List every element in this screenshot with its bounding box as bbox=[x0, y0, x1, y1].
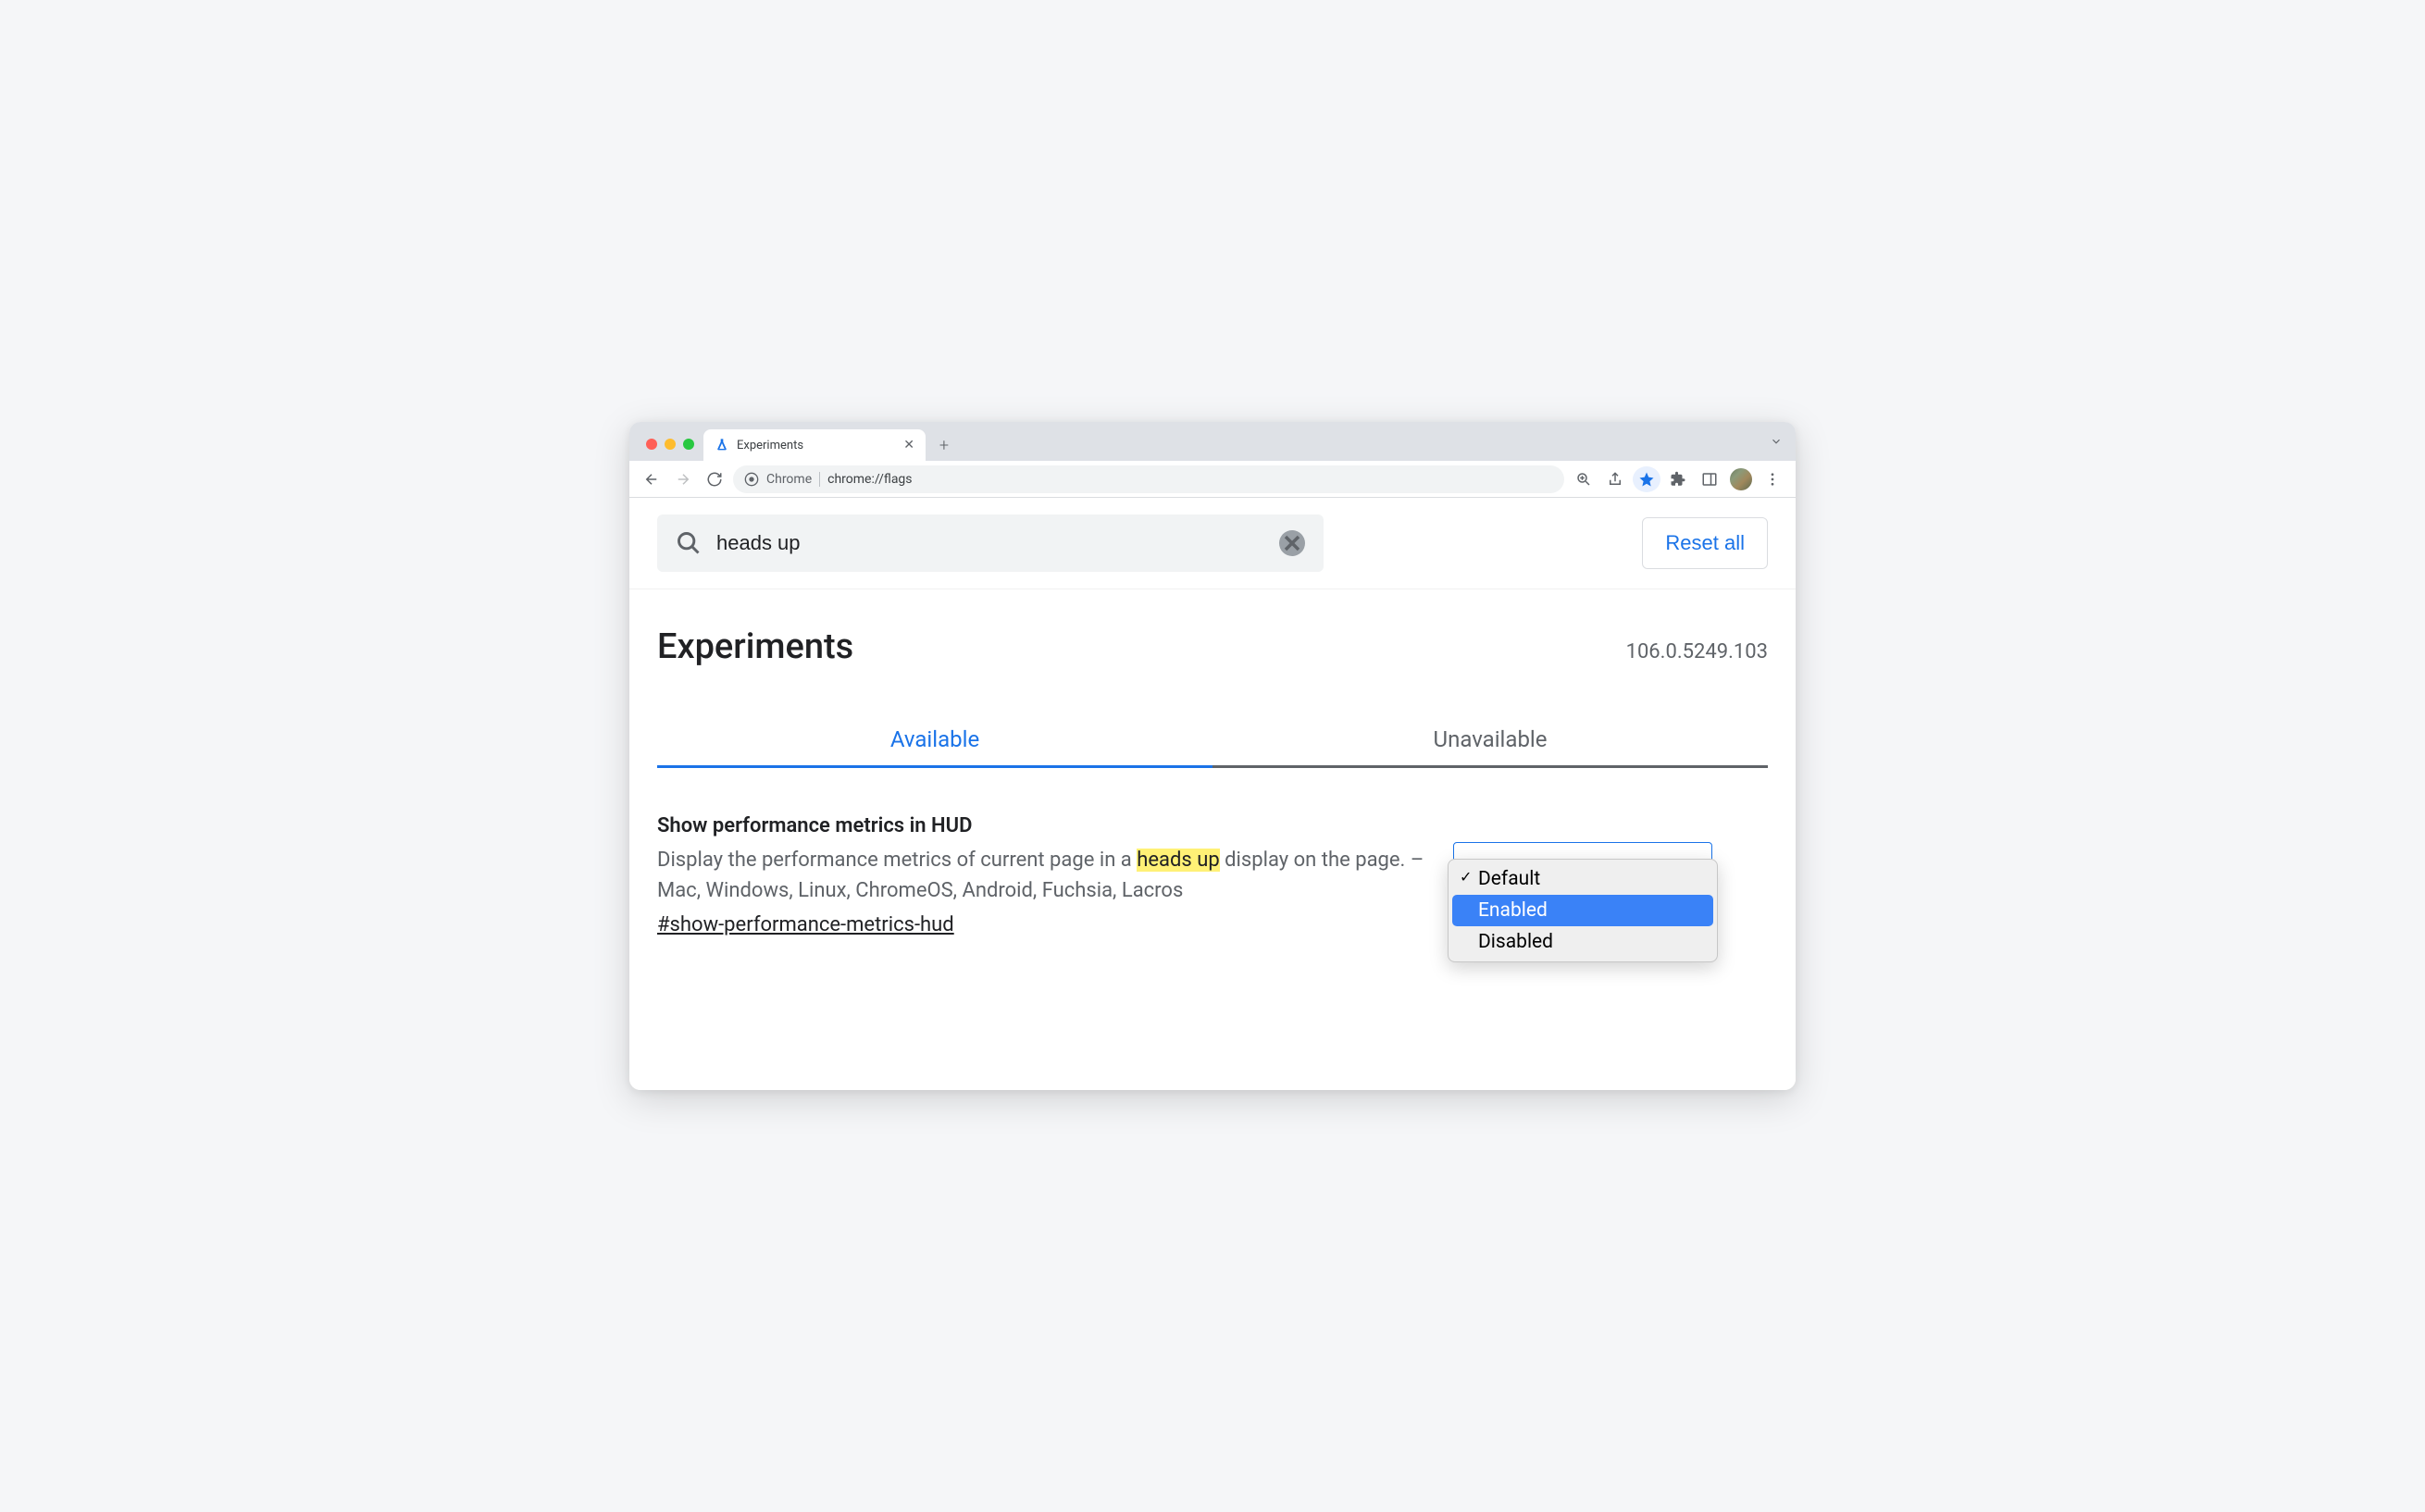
search-icon bbox=[676, 530, 702, 556]
dropdown-option-enabled[interactable]: Enabled bbox=[1452, 895, 1713, 926]
zoom-icon[interactable] bbox=[1570, 466, 1598, 492]
tab-title: Experiments bbox=[737, 439, 896, 452]
page-tabs: Available Unavailable bbox=[657, 713, 1768, 768]
toolbar: Chrome chrome://flags bbox=[629, 461, 1796, 498]
omnibox[interactable]: Chrome chrome://flags bbox=[733, 465, 1564, 493]
share-icon[interactable] bbox=[1601, 466, 1629, 492]
toolbar-actions bbox=[1570, 466, 1786, 492]
reload-button[interactable] bbox=[702, 466, 728, 492]
window-maximize-button[interactable] bbox=[683, 439, 694, 450]
flag-dropdown[interactable]: Default Enabled Disabled bbox=[1453, 814, 1712, 936]
page-title: Experiments bbox=[657, 626, 853, 667]
search-row: Reset all bbox=[629, 498, 1796, 589]
flag-desc-before: Display the performance metrics of curre… bbox=[657, 849, 1137, 872]
tab-available[interactable]: Available bbox=[657, 713, 1212, 768]
extensions-icon[interactable] bbox=[1664, 466, 1692, 492]
window-minimize-button[interactable] bbox=[665, 439, 676, 450]
page-header: Experiments 106.0.5249.103 bbox=[629, 589, 1796, 686]
tabstrip-menu-button[interactable] bbox=[1770, 434, 1796, 461]
tab-close-icon[interactable]: ✕ bbox=[903, 438, 914, 452]
version-label: 106.0.5249.103 bbox=[1626, 640, 1768, 663]
flag-description: Display the performance metrics of curre… bbox=[657, 845, 1425, 906]
omnibox-prefix: Chrome bbox=[766, 472, 820, 487]
window-controls bbox=[640, 439, 703, 461]
tab-strip: Experiments ✕ + bbox=[629, 422, 1796, 461]
forward-button[interactable] bbox=[670, 466, 696, 492]
flask-icon bbox=[715, 438, 729, 452]
dropdown-popup: Default Enabled Disabled bbox=[1448, 859, 1718, 962]
tab-unavailable[interactable]: Unavailable bbox=[1212, 713, 1768, 768]
flag-title: Show performance metrics in HUD bbox=[657, 814, 1425, 837]
dropdown-option-default[interactable]: Default bbox=[1452, 863, 1713, 895]
browser-tab[interactable]: Experiments ✕ bbox=[703, 429, 926, 461]
new-tab-button[interactable]: + bbox=[931, 432, 957, 458]
kebab-menu-icon[interactable] bbox=[1759, 466, 1786, 492]
window-close-button[interactable] bbox=[646, 439, 657, 450]
page-content: Reset all Experiments 106.0.5249.103 Ava… bbox=[629, 498, 1796, 1090]
search-box[interactable] bbox=[657, 514, 1324, 572]
search-input[interactable] bbox=[716, 531, 1264, 555]
dropdown-option-disabled[interactable]: Disabled bbox=[1452, 926, 1713, 958]
flag-text: Show performance metrics in HUD Display … bbox=[657, 814, 1425, 936]
omnibox-url: chrome://flags bbox=[827, 472, 912, 487]
bookmark-star-icon[interactable] bbox=[1633, 466, 1660, 492]
profile-avatar[interactable] bbox=[1727, 466, 1755, 492]
back-button[interactable] bbox=[639, 466, 665, 492]
reset-all-button[interactable]: Reset all bbox=[1642, 517, 1768, 569]
flag-item: Show performance metrics in HUD Display … bbox=[629, 768, 1796, 964]
search-clear-icon[interactable] bbox=[1279, 530, 1305, 556]
browser-window: Experiments ✕ + Chrome chrome://flags bbox=[629, 422, 1796, 1090]
search-highlight: heads up bbox=[1137, 849, 1219, 872]
chrome-icon bbox=[744, 472, 759, 487]
sidepanel-icon[interactable] bbox=[1696, 466, 1723, 492]
flag-anchor-link[interactable]: #show-performance-metrics-hud bbox=[657, 913, 954, 936]
